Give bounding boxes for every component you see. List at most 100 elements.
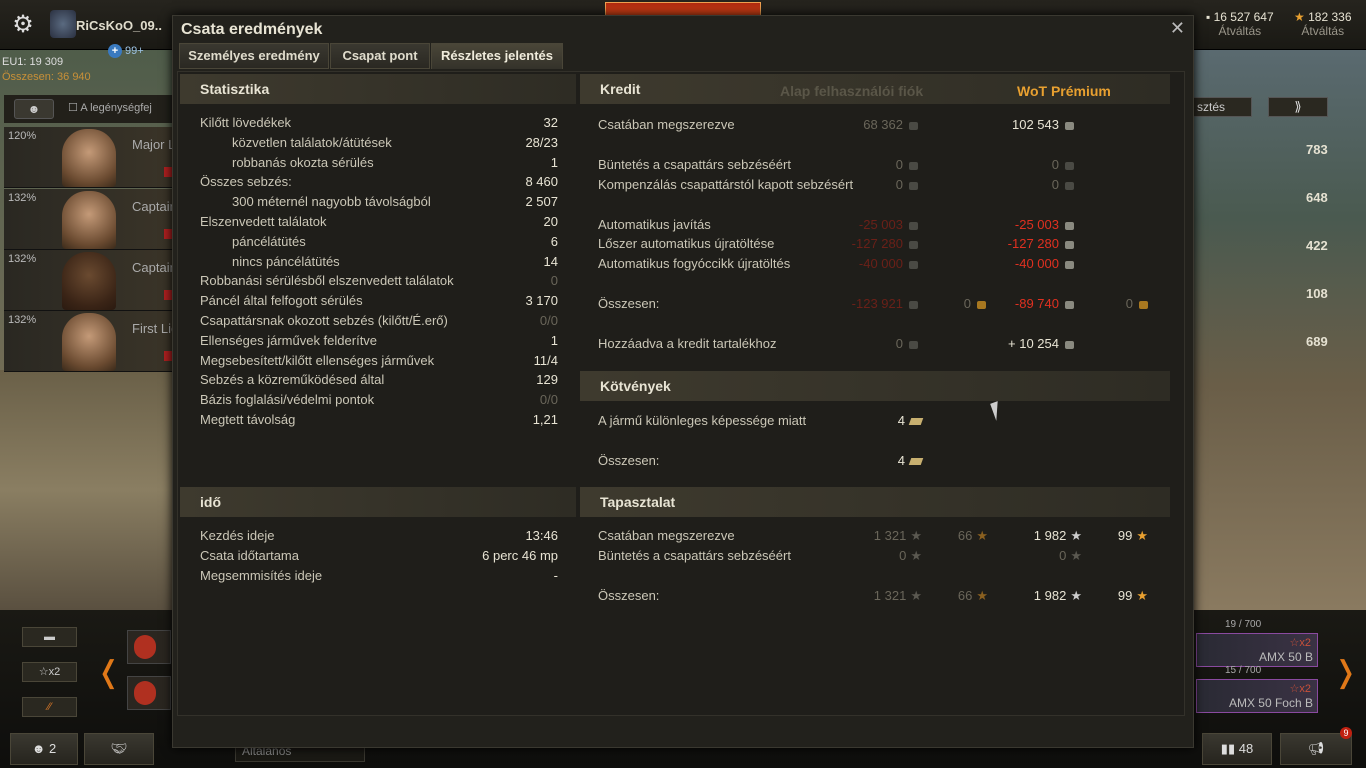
equipment-toggle-icon[interactable]: ⟫	[1268, 97, 1328, 117]
credit-reserve-basic: 0	[818, 336, 918, 351]
bond-icon	[908, 418, 924, 426]
stat-value: 14	[543, 253, 558, 269]
credit-penalty-label: Büntetés a csapattárs sebzéséért	[598, 157, 791, 172]
close-icon[interactable]: ✕	[1170, 18, 1185, 39]
crew-member[interactable]: 132% Captain	[4, 189, 172, 250]
stat-value: 20	[543, 214, 558, 229]
carousel-slot[interactable]	[127, 676, 171, 710]
role-marker-icon	[164, 167, 172, 177]
stat-label: páncélátütés	[232, 233, 306, 249]
free-xp-exchange-label: Átváltás	[1301, 24, 1345, 38]
crew-member[interactable]: 132% Captain	[4, 250, 172, 311]
bonds-total-value: 4	[818, 453, 924, 468]
stat-label: Bázis foglalási/védelmi pontok	[200, 392, 375, 408]
stat-value: 129	[536, 372, 558, 388]
tank-card[interactable]: 19 / 700 ☆x2 AMX 50 B	[1196, 619, 1318, 667]
vehicle-param-value: 648	[1306, 190, 1328, 205]
crew-alert-icon	[134, 635, 156, 659]
credit-consumables-basic: -40 000	[818, 256, 918, 271]
bonds-total-label: Összesen:	[598, 453, 660, 468]
free-xp-star-icon: ★	[1136, 588, 1148, 603]
xp-penalty-label: Büntetés a csapattárs sebzéséért	[598, 548, 791, 563]
tab-team-score[interactable]: Csapat pont	[330, 43, 430, 69]
crew-member[interactable]: 120% Major L	[4, 127, 172, 188]
stat-value: 28/23	[525, 134, 558, 150]
tank-card-xp: 15 / 700	[1225, 665, 1262, 676]
crew-group-icon[interactable]: ☻	[14, 99, 54, 119]
free-xp-display[interactable]: ★ 182 336 Átváltás	[1294, 10, 1352, 38]
crew-portrait	[62, 252, 116, 310]
bond-icon	[908, 458, 924, 466]
crew-skill-percent: 132%	[8, 253, 37, 265]
carousel-slot[interactable]	[127, 630, 171, 664]
crew-portrait	[62, 313, 116, 371]
free-xp-total-premium: 99 ★	[1117, 588, 1148, 603]
stat-value: 11/4	[533, 352, 558, 368]
credit-earned-basic: 68 362	[818, 117, 918, 132]
stat-value: 8 460	[525, 174, 558, 190]
stat-label: Megsebesített/kilőtt ellenséges járművek	[200, 352, 435, 368]
battle-results-dialog: Csata eredmények ✕ Személyes eredmény Cs…	[172, 15, 1194, 748]
credit-reserve-label: Hozzáadva a kredit tartalékhoz	[598, 336, 777, 351]
stat-label: Páncél által felfogott sérülés	[200, 293, 363, 309]
carousel-left-arrow[interactable]: ❬	[96, 655, 121, 690]
clan-emblem-icon[interactable]	[50, 10, 76, 38]
credit-icon	[909, 300, 918, 309]
credit-ammo-label: Lőszer automatikus újratöltése	[598, 236, 775, 251]
stat-value: 3 170	[525, 293, 558, 309]
stat-label: Csapattársnak okozott sebzés (kilőtt/É.e…	[200, 313, 448, 328]
xp-earned-label: Csatában megszerezve	[598, 528, 735, 543]
sessions-button[interactable]: ▮▮ 48	[1202, 733, 1272, 765]
credit-ammo-premium: -127 280	[974, 236, 1074, 251]
tab-detailed-report[interactable]: Részletes jelentés	[431, 43, 563, 69]
stat-value: 6	[550, 233, 558, 249]
credit-icon	[1065, 240, 1074, 249]
tank-filter-icon[interactable]: ▬	[22, 627, 77, 647]
stat-label: nincs páncélátütés	[232, 253, 340, 269]
tab-personal-result[interactable]: Személyes eredmény	[179, 43, 329, 69]
credits-value: ▪ 16 527 647	[1206, 10, 1274, 24]
player-name[interactable]: RiCsKoO_09..	[76, 18, 162, 33]
xp-star-icon: ★	[910, 548, 922, 563]
stat-label: Összes sebzés:	[200, 174, 292, 190]
crew-skill-percent: 120%	[8, 130, 37, 142]
tank-card[interactable]: 15 / 700 ☆x2 AMX 50 Foch B	[1196, 665, 1318, 713]
rental-filter-icon[interactable]: ⁄⁄	[22, 697, 77, 717]
credit-earned-label: Csatában megszerezve	[598, 117, 735, 132]
credit-consumables-premium: -40 000	[974, 256, 1074, 271]
tank-card-name: AMX 50 Foch B	[1228, 696, 1313, 710]
platoon-button[interactable]: ☻ 2	[10, 733, 78, 765]
credit-repair-label: Automatikus javítás	[598, 217, 711, 232]
crew-alert-icon	[134, 681, 156, 705]
credit-icon	[909, 340, 918, 349]
handshake-icon[interactable]: 🤝︎	[84, 733, 154, 765]
x2-filter-button[interactable]: ☆x2	[22, 662, 77, 682]
crew-filter-checkbox[interactable]: ☐ A legénységfej	[68, 101, 152, 114]
xp-total-premium: 1 982 ★	[1033, 588, 1082, 603]
carousel-right-arrow[interactable]: ❭	[1333, 655, 1358, 690]
credit-icon	[1065, 221, 1074, 230]
credit-icon	[1065, 340, 1074, 349]
total-online: Összesen: 36 940	[2, 71, 91, 83]
invites-badge[interactable]: +99+	[108, 44, 144, 58]
crew-member[interactable]: 132% First Lie	[4, 311, 172, 372]
credit-compensation-label: Kompenzálás csapattárstól kapott sebzésé…	[598, 177, 854, 192]
credits-exchange-label: Átváltás	[1218, 24, 1262, 38]
credits-display[interactable]: ▪ 16 527 647 Átváltás	[1206, 10, 1274, 38]
free-xp-star-icon: ★	[1136, 528, 1148, 543]
settings-gear-icon[interactable]: ⚙	[8, 10, 38, 40]
credit-icon	[909, 221, 918, 230]
credit-compensation-basic: 0	[818, 177, 918, 192]
notifications-icon[interactable]: 📢︎	[1280, 733, 1352, 765]
bonds-special-label: A jármű különleges képessége miatt	[598, 413, 807, 428]
credit-icon	[909, 161, 918, 170]
gold-icon	[1139, 300, 1148, 309]
stat-label: Sebzés a közreműködésed által	[200, 372, 385, 388]
crew-rank: Captain	[132, 260, 172, 275]
credit-total-basic: -123 921	[818, 296, 918, 311]
free-xp-earned-premium: 99 ★	[1117, 528, 1148, 543]
right-panel-button[interactable]: sztés	[1190, 97, 1252, 117]
credit-consumables-label: Automatikus fogyóccikk újratöltés	[598, 256, 791, 271]
server-online: EU1: 19 309	[2, 56, 64, 68]
credit-repair-premium: -25 003	[974, 217, 1074, 232]
